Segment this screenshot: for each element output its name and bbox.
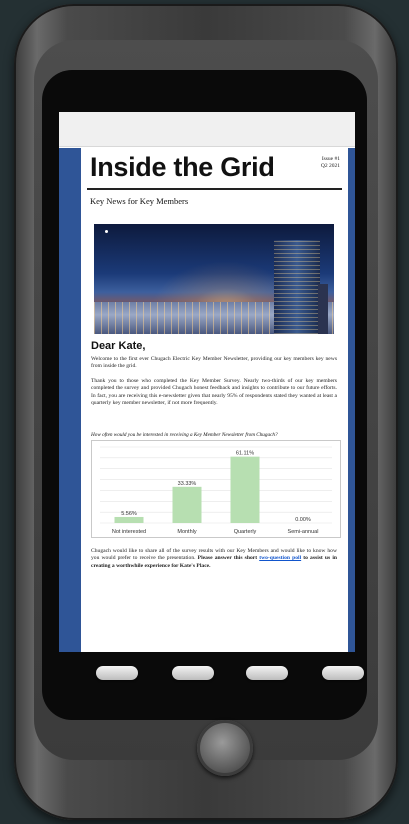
- poll-paragraph: Chugach would like to share all of the s…: [91, 548, 337, 570]
- data-label: 0.00%: [295, 517, 311, 523]
- welcome-paragraph: Welcome to the first ever Chugach Electr…: [91, 356, 337, 370]
- category-label: Monthly: [177, 529, 197, 535]
- issue-info: Issue #1 Q2 2021: [321, 156, 340, 170]
- category-label: Semi-annual: [288, 529, 319, 535]
- survey-bar-chart: 5.56% Not interested 33.33% Monthly 61.11% Qu…: [91, 440, 341, 538]
- poll-text-bold: Please answer this short: [197, 555, 260, 562]
- side-building: [318, 284, 328, 334]
- bar-quarterly: [230, 456, 260, 523]
- greeting: Dear Kate,: [91, 340, 146, 352]
- newsletter-title: Inside the Grid: [90, 152, 275, 182]
- category-label: Quarterly: [234, 529, 257, 535]
- search-button[interactable]: [246, 666, 288, 680]
- extra-button[interactable]: [322, 666, 364, 680]
- city-night-photo: [94, 224, 334, 334]
- newsletter-page: Inside the Grid Issue #1 Q2 2021 Key New…: [81, 148, 348, 652]
- home-button[interactable]: [197, 720, 253, 776]
- back-button[interactable]: [96, 666, 138, 680]
- chart-title: How often would you be interested in rec…: [91, 432, 278, 438]
- chart-svg: 5.56% Not interested 33.33% Monthly 61.11% Qu…: [100, 446, 332, 535]
- poll-link[interactable]: two-question poll: [259, 555, 301, 561]
- browser-top-bar: [59, 112, 355, 147]
- tower-building: [274, 240, 320, 334]
- category-label: Not interested: [112, 529, 146, 535]
- menu-button[interactable]: [172, 666, 214, 680]
- phone-screen: Inside the Grid Issue #1 Q2 2021 Key New…: [59, 112, 355, 652]
- newsletter-tagline: Key News for Key Members: [90, 196, 189, 206]
- data-label: 5.56%: [121, 511, 137, 517]
- moon: [105, 230, 108, 233]
- issue-number: Issue #1: [321, 156, 340, 162]
- survey-paragraph: Thank you to those who completed the Key…: [91, 378, 337, 407]
- bar-not-interested: [114, 516, 144, 523]
- newsletter-header: Inside the Grid Issue #1 Q2 2021: [87, 148, 342, 190]
- issue-date: Q2 2021: [320, 163, 340, 169]
- data-label: 33.33%: [178, 481, 197, 487]
- newsletter-document[interactable]: Inside the Grid Issue #1 Q2 2021 Key New…: [59, 148, 355, 652]
- bar-monthly: [172, 486, 202, 523]
- data-label: 61.11%: [236, 451, 254, 457]
